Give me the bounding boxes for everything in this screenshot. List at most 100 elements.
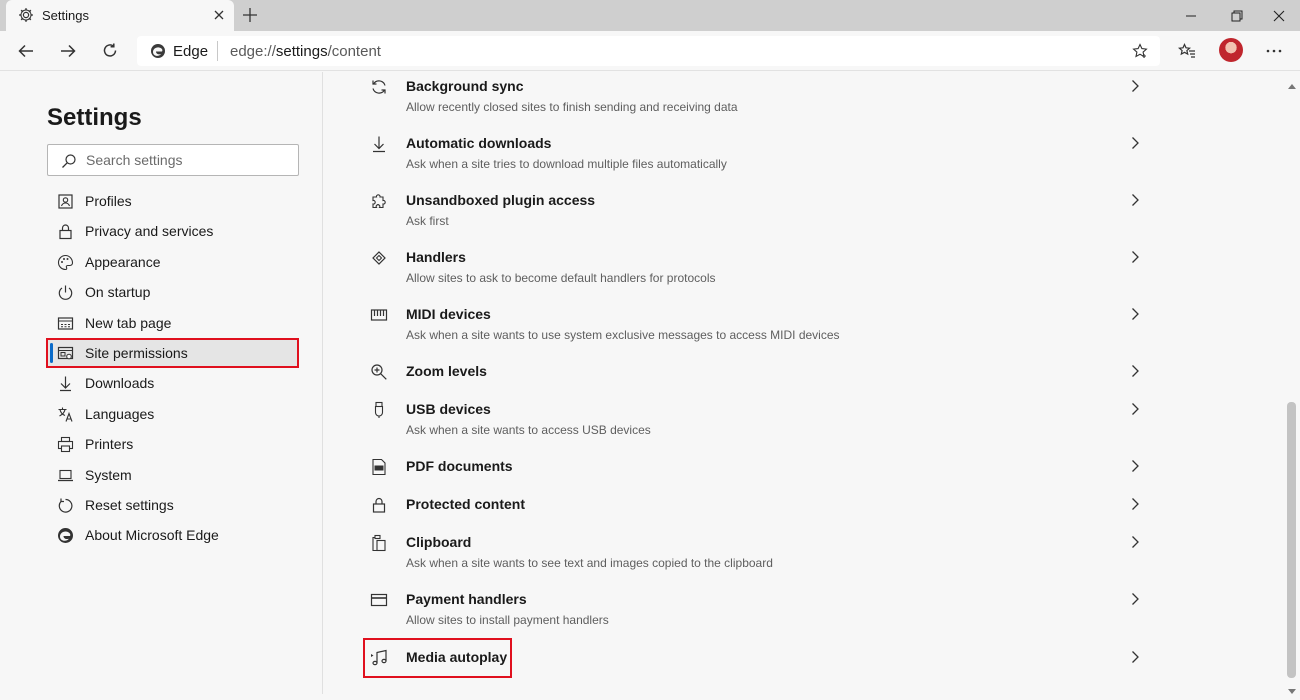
gear-icon bbox=[18, 7, 34, 23]
tab-settings[interactable]: Settings bbox=[6, 0, 234, 31]
puzzle-icon bbox=[370, 192, 388, 210]
sidebar-item-about[interactable]: About Microsoft Edge bbox=[47, 520, 299, 550]
zoom-icon bbox=[370, 363, 388, 381]
permission-title: USB devices bbox=[406, 401, 491, 417]
sidebar-item-appearance[interactable]: Appearance bbox=[47, 247, 299, 277]
reset-icon bbox=[57, 497, 74, 514]
sidebar-item-label: Reset settings bbox=[85, 496, 174, 513]
card-icon bbox=[370, 591, 388, 609]
permission-desc: Ask when a site wants to see text and im… bbox=[406, 556, 773, 570]
lock-icon bbox=[370, 496, 388, 514]
printer-icon bbox=[57, 436, 74, 453]
settings-sidebar: Settings Profiles Privacy and services A… bbox=[0, 72, 323, 694]
edge-logo-icon bbox=[57, 527, 74, 544]
power-icon bbox=[57, 284, 74, 301]
usb-icon bbox=[370, 401, 388, 419]
back-button[interactable] bbox=[14, 39, 38, 63]
midi-icon bbox=[370, 306, 388, 324]
permission-title: MIDI devices bbox=[406, 306, 491, 322]
permission-title: Background sync bbox=[406, 78, 524, 94]
more-menu-icon[interactable] bbox=[1262, 39, 1286, 63]
sidebar-item-profiles[interactable]: Profiles bbox=[47, 186, 299, 216]
minimize-button[interactable] bbox=[1168, 0, 1214, 31]
permission-title: Protected content bbox=[406, 496, 526, 512]
newtab-icon bbox=[57, 315, 74, 332]
site-permissions-content: Background sync Allow recently closed si… bbox=[324, 72, 1284, 694]
profile-icon bbox=[57, 193, 74, 210]
pdf-icon bbox=[370, 458, 388, 476]
address-bar[interactable]: Edge edge://settings/content bbox=[137, 36, 1160, 66]
site-label: Edge bbox=[173, 43, 209, 60]
permission-desc: Ask first bbox=[406, 214, 449, 228]
clipboard-icon bbox=[370, 534, 388, 552]
media-autoplay-highlight bbox=[363, 638, 512, 678]
laptop-icon bbox=[57, 467, 74, 484]
sidebar-item-label: New tab page bbox=[85, 314, 172, 331]
refresh-button[interactable] bbox=[98, 39, 122, 63]
permission-title: Zoom levels bbox=[406, 363, 487, 379]
url-text[interactable]: edge://settings/content bbox=[230, 43, 381, 60]
sidebar-item-on-startup[interactable]: On startup bbox=[47, 277, 299, 307]
sidebar-item-downloads[interactable]: Downloads bbox=[47, 368, 299, 398]
sidebar-item-label: About Microsoft Edge bbox=[85, 527, 219, 544]
permission-desc: Ask when a site wants to access USB devi… bbox=[406, 423, 651, 437]
sidebar-item-privacy[interactable]: Privacy and services bbox=[47, 216, 299, 246]
sidebar-item-label: Privacy and services bbox=[85, 223, 214, 240]
forward-button[interactable] bbox=[56, 39, 80, 63]
scrollbar[interactable] bbox=[1284, 72, 1300, 694]
permission-desc: Allow sites to ask to become default han… bbox=[406, 271, 716, 285]
palette-icon bbox=[57, 254, 74, 271]
permission-title: Clipboard bbox=[406, 534, 472, 550]
chevron-right-icon bbox=[1128, 535, 1142, 549]
toolbar: Edge edge://settings/content bbox=[0, 31, 1300, 71]
permission-title: Automatic downloads bbox=[406, 135, 552, 151]
permission-desc: Allow sites to install payment handlers bbox=[406, 613, 609, 627]
chevron-right-icon bbox=[1128, 650, 1142, 664]
sidebar-item-label: System bbox=[85, 466, 132, 483]
sync-icon bbox=[370, 78, 388, 96]
new-tab-button[interactable] bbox=[242, 7, 258, 23]
scrollbar-thumb[interactable] bbox=[1287, 402, 1296, 678]
favorites-icon[interactable] bbox=[1175, 39, 1199, 63]
download-icon bbox=[57, 375, 74, 392]
sidebar-item-label: Appearance bbox=[85, 253, 161, 270]
scroll-down-icon[interactable] bbox=[1288, 682, 1296, 700]
add-favorite-icon[interactable] bbox=[1132, 43, 1148, 64]
page-title: Settings bbox=[47, 104, 142, 131]
permission-title: Payment handlers bbox=[406, 591, 527, 607]
profile-avatar[interactable] bbox=[1219, 38, 1243, 62]
search-settings-box[interactable] bbox=[47, 144, 299, 176]
sidebar-item-label: Printers bbox=[85, 436, 134, 453]
sidebar-item-printers[interactable]: Printers bbox=[47, 429, 299, 459]
sidebar-item-reset-settings[interactable]: Reset settings bbox=[47, 490, 299, 520]
sidebar-item-system[interactable]: System bbox=[47, 460, 299, 490]
sidebar-item-label: Downloads bbox=[85, 375, 155, 392]
close-tab-icon[interactable] bbox=[212, 8, 226, 22]
sidebar-item-label: On startup bbox=[85, 284, 151, 301]
site-permissions-highlight bbox=[46, 338, 299, 368]
permission-desc: Ask when a site wants to use system excl… bbox=[406, 328, 840, 342]
search-input[interactable] bbox=[86, 150, 286, 170]
sidebar-item-languages[interactable]: Languages bbox=[47, 399, 299, 429]
chevron-right-icon bbox=[1128, 79, 1142, 93]
chevron-right-icon bbox=[1128, 250, 1142, 264]
handlers-icon bbox=[370, 249, 388, 267]
chevron-right-icon bbox=[1128, 459, 1142, 473]
close-window-button[interactable] bbox=[1256, 0, 1300, 31]
chevron-right-icon bbox=[1128, 592, 1142, 606]
sidebar-item-label: Profiles bbox=[85, 193, 132, 209]
lock-icon bbox=[57, 223, 74, 240]
sidebar-item-new-tab-page[interactable]: New tab page bbox=[47, 308, 299, 338]
chevron-right-icon bbox=[1128, 364, 1142, 378]
chevron-right-icon bbox=[1128, 402, 1142, 416]
permission-title: Handlers bbox=[406, 249, 466, 265]
restore-button[interactable] bbox=[1214, 0, 1260, 31]
tab-strip: Settings bbox=[0, 0, 1300, 31]
tab-title: Settings bbox=[42, 8, 89, 23]
chevron-right-icon bbox=[1128, 497, 1142, 511]
address-separator bbox=[217, 41, 218, 61]
scroll-up-icon[interactable] bbox=[1288, 76, 1296, 94]
permission-title: PDF documents bbox=[406, 458, 513, 474]
sidebar-item-label: Languages bbox=[85, 405, 155, 422]
chevron-right-icon bbox=[1128, 193, 1142, 207]
